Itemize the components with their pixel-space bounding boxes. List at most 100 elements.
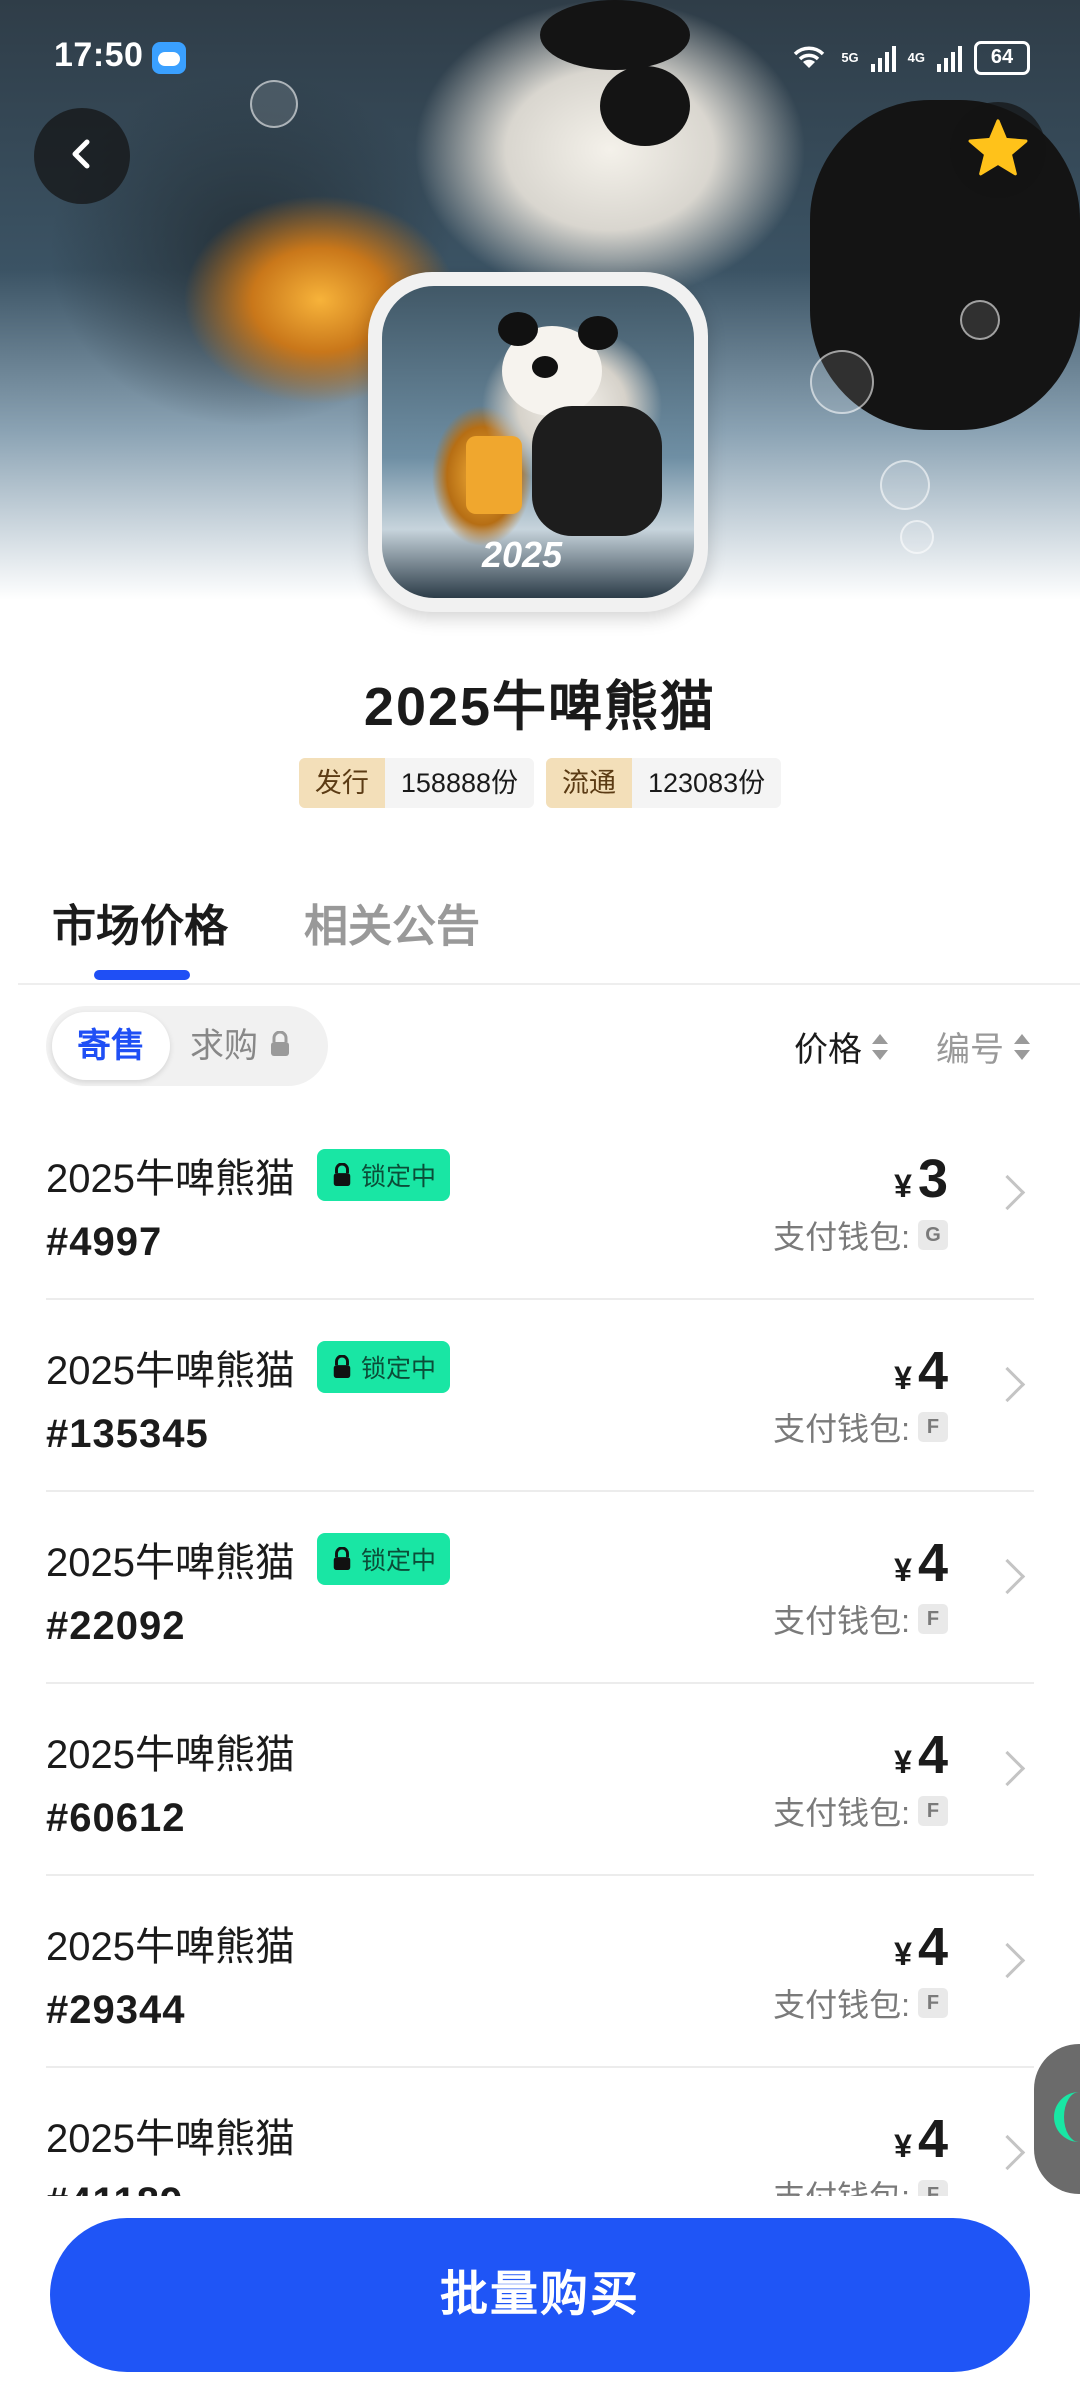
tab-bar: 市场价格 相关公告 (52, 890, 480, 954)
page-title: 2025牛啤熊猫 (363, 677, 717, 737)
listing-serial: #41189 (46, 2180, 183, 2196)
locked-badge: 锁定中 (316, 1149, 450, 1201)
listing-row[interactable]: 2025牛啤熊猫 锁定中 #22092 ¥ 4 支付钱包: F (46, 1492, 1034, 1684)
signal-icon (870, 44, 896, 72)
divider (18, 983, 1080, 985)
listing-row[interactable]: 2025牛啤熊猫 锁定中 #135345 ¥ 4 支付钱包: F (46, 1300, 1034, 1492)
chevron-right-icon (989, 2134, 1026, 2171)
bubble (960, 300, 1000, 340)
status-bar: 17:50 5G 4G 64 (54, 36, 1030, 84)
back-arrow-icon (62, 134, 102, 179)
favorite-button[interactable] (950, 102, 1046, 198)
listing-row[interactable]: 2025牛啤熊猫 锁定中 #4997 ¥ 3 支付钱包: G (46, 1108, 1034, 1300)
stat-issued: 发行 158888份 (298, 758, 534, 808)
wallet-label: 支付钱包: (773, 1411, 910, 1447)
chevron-right-icon (989, 1750, 1026, 1787)
sort-label: 价格 (794, 1031, 862, 1069)
wallet-info: 支付钱包: F (773, 1980, 948, 2026)
weather-icon (152, 42, 186, 74)
price-amount: 4 (917, 1917, 948, 1977)
listing-name-line: 2025牛啤熊猫 锁定中 (46, 1338, 450, 1396)
listing-serial: #4997 (46, 1220, 163, 1264)
back-button[interactable] (34, 108, 130, 204)
stat-label: 发行 (298, 758, 385, 808)
stat-label: 流通 (546, 758, 632, 808)
chevron-right-icon (989, 1558, 1026, 1595)
active-tab-indicator (94, 970, 190, 980)
locked-badge: 锁定中 (316, 1533, 450, 1585)
wallet-tag: F (918, 1988, 948, 2018)
locked-badge: 锁定中 (316, 1341, 450, 1393)
wallet-label: 支付钱包: (773, 1795, 910, 1831)
wallet-tag: G (918, 1220, 948, 1250)
chevron-right-icon (989, 1366, 1026, 1403)
wallet-info: 支付钱包: F (773, 1404, 948, 1450)
sort-arrows-icon (872, 1032, 888, 1062)
chevron-right-icon (989, 1174, 1026, 1211)
collectible-image: 2025 (382, 286, 694, 598)
locked-label: 锁定中 (360, 1547, 436, 1575)
listing-price: ¥ 4 (894, 1724, 948, 1786)
stats-row: 发行 158888份 流通 123083份 (0, 758, 1080, 808)
price-amount: 4 (917, 2109, 948, 2169)
bubble (810, 350, 874, 414)
listing-serial: #29344 (46, 1988, 186, 2032)
status-time: 17:50 (54, 36, 144, 74)
lock-icon (333, 1547, 351, 1570)
collectible-thumbnail: 2025 (368, 272, 708, 612)
listing-name-line: 2025牛啤熊猫 (46, 1722, 295, 1780)
listing-serial: #60612 (46, 1796, 186, 1840)
currency-symbol: ¥ (894, 1360, 912, 1396)
stat-value: 123083份 (648, 768, 766, 798)
signal-icon (937, 44, 962, 72)
tab-market-price[interactable]: 市场价格 (52, 890, 228, 954)
sort-by-number[interactable]: 编号 (936, 1022, 1030, 1071)
listing-row[interactable]: 2025牛啤熊猫 #60612 ¥ 4 支付钱包: F (46, 1684, 1034, 1876)
sort-label: 编号 (936, 1031, 1004, 1069)
listing-serial: #135345 (46, 1412, 209, 1456)
listing-price: ¥ 4 (894, 1916, 948, 1978)
segment-want-to-buy[interactable]: 求购 (190, 1012, 292, 1080)
bulk-buy-button[interactable]: 批量购买 (50, 2218, 1030, 2372)
listing-price: ¥ 4 (894, 2108, 948, 2170)
tab-announcements[interactable]: 相关公告 (304, 890, 480, 954)
listing-name-line: 2025牛啤熊猫 (46, 1914, 295, 1972)
wifi-icon (789, 40, 829, 75)
listing-list: 2025牛啤熊猫 锁定中 #4997 ¥ 3 支付钱包: G 2025牛啤熊猫 … (46, 1108, 1034, 2196)
locked-label: 锁定中 (360, 1355, 436, 1383)
wallet-label: 支付钱包: (773, 2172, 910, 2196)
network-5g-label: 5G (841, 50, 859, 65)
listing-name: 2025牛啤熊猫 (46, 1541, 295, 1585)
wallet-info: 支付钱包: G (773, 1212, 948, 1258)
segment-label: 求购 (190, 1027, 258, 1065)
wallet-info: 支付钱包: F (773, 1596, 948, 1642)
lock-icon (268, 1012, 292, 1080)
currency-symbol: ¥ (894, 1552, 912, 1588)
wallet-info: 支付钱包: F (773, 1788, 948, 1834)
bubble (250, 80, 298, 128)
wallet-label: 支付钱包: (773, 1987, 910, 2023)
wallet-tag: F (918, 1604, 948, 1634)
segment-consignment[interactable]: 寄售 (52, 1012, 170, 1080)
listing-name-line: 2025牛啤熊猫 锁定中 (46, 1146, 450, 1204)
currency-symbol: ¥ (894, 1168, 912, 1204)
listing-name: 2025牛啤熊猫 (46, 1925, 295, 1969)
lock-icon (333, 1355, 351, 1378)
stat-value: 158888份 (400, 768, 518, 798)
listing-name: 2025牛啤熊猫 (46, 1157, 295, 1201)
listing-price: ¥ 3 (894, 1148, 948, 1210)
price-amount: 4 (917, 1725, 948, 1785)
star-icon (967, 118, 1029, 183)
wallet-label: 支付钱包: (773, 1603, 910, 1639)
floating-assistant-handle[interactable] (1034, 2044, 1080, 2194)
lock-icon (333, 1163, 351, 1186)
listing-name-line: 2025牛啤熊猫 锁定中 (46, 1530, 450, 1588)
listing-type-toggle: 寄售 求购 (46, 1006, 328, 1086)
currency-symbol: ¥ (894, 1936, 912, 1972)
locked-label: 锁定中 (360, 1163, 436, 1191)
listing-row[interactable]: 2025牛啤熊猫 #41189 ¥ 4 支付钱包: F (46, 2068, 1034, 2196)
sort-by-price[interactable]: 价格 (794, 1022, 888, 1071)
listing-row[interactable]: 2025牛啤熊猫 #29344 ¥ 4 支付钱包: F (46, 1876, 1034, 2068)
thumbnail-year: 2025 (482, 534, 563, 575)
battery-icon: 64 (974, 40, 1030, 75)
